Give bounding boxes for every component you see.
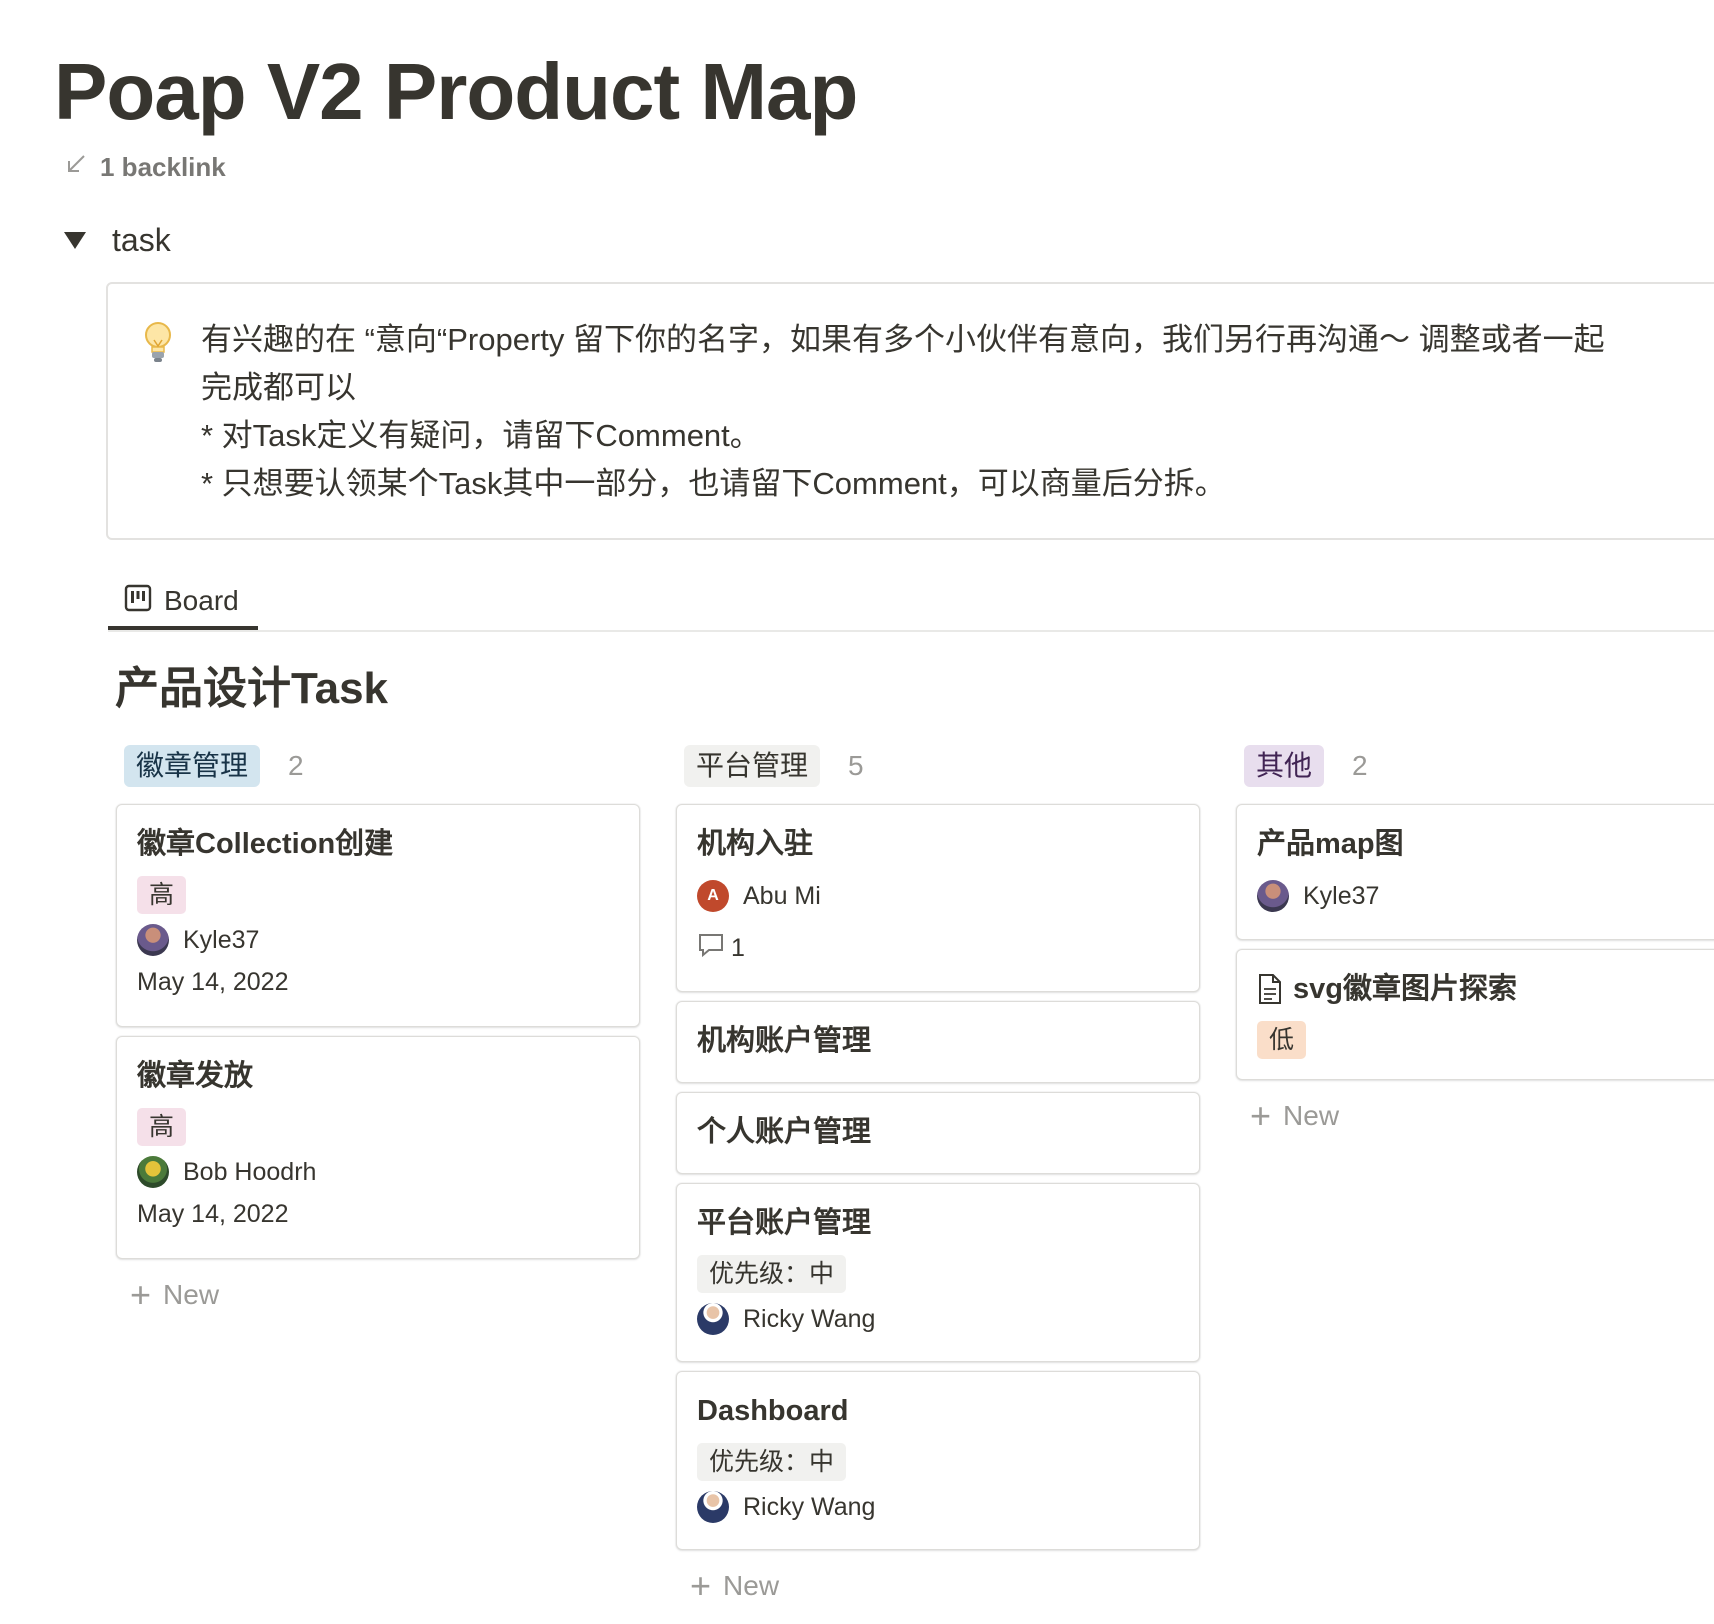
callout-text[interactable]: 有兴趣的在 “意向“Property 留下你的名字，如果有多个小伙伴有意向，我们… bbox=[201, 316, 1701, 508]
toggle-triangle-icon[interactable] bbox=[64, 232, 86, 249]
callout-line: * 只想要认领某个Task其中一部分，也请留下Comment，可以商量后分拆。 bbox=[201, 466, 1226, 501]
column-count: 2 bbox=[288, 750, 304, 781]
card-title-text: 机构入驻 bbox=[697, 828, 814, 860]
assignee-name: Bob Hoodrh bbox=[183, 1158, 317, 1186]
board-title[interactable]: 产品设计Task bbox=[115, 652, 388, 716]
priority-tag: 高 bbox=[137, 876, 187, 914]
column-header[interactable]: 徽章管理 2 bbox=[116, 742, 640, 790]
assignee-name: Ricky Wang bbox=[743, 1305, 876, 1333]
task-card[interactable]: 产品map图 Kyle37 bbox=[1236, 804, 1714, 940]
assignee: Bob Hoodrh bbox=[137, 1156, 619, 1188]
card-title: svg徽章图片探索 bbox=[1257, 969, 1714, 1009]
due-date: May 14, 2022 bbox=[137, 968, 289, 996]
column-header[interactable]: 平台管理 5 bbox=[676, 742, 1200, 790]
plus-icon: + bbox=[130, 1274, 152, 1315]
task-card[interactable]: Dashboard 优先级：中 Ricky Wang bbox=[676, 1371, 1200, 1550]
task-card[interactable]: 个人账户管理 bbox=[676, 1092, 1200, 1174]
avatar-abu-mi: A bbox=[697, 880, 729, 912]
assignee-name: Ricky Wang bbox=[743, 1493, 876, 1521]
avatar-ricky-wang bbox=[697, 1491, 729, 1523]
avatar-bob-hoodrh bbox=[137, 1156, 169, 1188]
board-column: 徽章管理 2 徽章Collection创建 高 Kyle37 May 14, 2… bbox=[116, 742, 640, 1313]
assignee: Kyle37 bbox=[137, 924, 619, 956]
backlink-label: 1 backlink bbox=[100, 152, 226, 182]
card-title-text: 机构账户管理 bbox=[697, 1025, 872, 1057]
card-title-text: Dashboard bbox=[697, 1395, 849, 1427]
task-toggle[interactable]: task bbox=[64, 222, 171, 259]
new-card-button[interactable]: + New bbox=[116, 1277, 640, 1313]
card-title-text: 平台账户管理 bbox=[697, 1207, 872, 1239]
avatar-kyle37 bbox=[1257, 880, 1289, 912]
assignee-name: Kyle37 bbox=[1303, 882, 1380, 910]
view-tabs-divider bbox=[108, 630, 1714, 632]
avatar-ricky-wang bbox=[697, 1303, 729, 1335]
card-title: 机构入驻 bbox=[697, 824, 1179, 864]
plus-icon: + bbox=[690, 1565, 712, 1606]
callout-line: * 对Task定义有疑问，请留下Comment。 bbox=[201, 418, 761, 453]
card-title: 产品map图 bbox=[1257, 824, 1714, 864]
card-title: 徽章Collection创建 bbox=[137, 824, 619, 864]
task-card[interactable]: 机构入驻 A Abu Mi 1 bbox=[676, 804, 1200, 992]
assignee-name: Abu Mi bbox=[743, 882, 821, 910]
column-group-tag: 其他 bbox=[1244, 745, 1325, 787]
column-count: 5 bbox=[848, 750, 864, 781]
comment-count[interactable]: 1 bbox=[697, 932, 1179, 965]
tab-board-label: Board bbox=[164, 585, 239, 616]
new-card-label: New bbox=[723, 1570, 780, 1601]
assignee-name: Kyle37 bbox=[183, 926, 260, 954]
priority-tag: 高 bbox=[137, 1108, 187, 1146]
new-card-label: New bbox=[1283, 1100, 1340, 1131]
column-header[interactable]: 其他 2 bbox=[1236, 742, 1714, 790]
column-count: 2 bbox=[1352, 750, 1368, 781]
card-title: 平台账户管理 bbox=[697, 1203, 1179, 1243]
board-column: 其他 2 产品map图 Kyle37 svg徽章图片探索 低 + New bbox=[1236, 742, 1714, 1134]
page-title: Poap V2 Product Map bbox=[54, 47, 858, 136]
comment-count-value: 1 bbox=[731, 934, 745, 962]
board-view-icon bbox=[124, 584, 152, 619]
plus-icon: + bbox=[1250, 1095, 1272, 1136]
toggle-label: task bbox=[112, 222, 171, 258]
priority-tag: 优先级：中 bbox=[697, 1255, 847, 1293]
board-column: 平台管理 5 机构入驻 A Abu Mi 1 机构账户管理 个人账户管理 平台账… bbox=[676, 742, 1200, 1604]
priority-tag: 优先级：中 bbox=[697, 1443, 847, 1481]
due-date: May 14, 2022 bbox=[137, 1200, 289, 1228]
card-title-text: svg徽章图片探索 bbox=[1293, 973, 1517, 1005]
assignee: Ricky Wang bbox=[697, 1303, 1179, 1335]
comment-icon bbox=[697, 932, 725, 965]
card-title-text: 徽章发放 bbox=[137, 1060, 254, 1092]
card-title-text: 徽章Collection创建 bbox=[137, 828, 394, 860]
task-card[interactable]: 徽章发放 高 Bob Hoodrh May 14, 2022 bbox=[116, 1036, 640, 1259]
card-title-text: 产品map图 bbox=[1257, 828, 1404, 860]
document-icon bbox=[1257, 973, 1283, 1005]
callout-line: 有兴趣的在 “意向“Property 留下你的名字，如果有多个小伙伴有意向，我们… bbox=[201, 322, 1605, 357]
card-title: 机构账户管理 bbox=[697, 1021, 1179, 1061]
card-title-text: 个人账户管理 bbox=[697, 1116, 872, 1148]
callout-block: 有兴趣的在 “意向“Property 留下你的名字，如果有多个小伙伴有意向，我们… bbox=[106, 282, 1714, 540]
backlink-arrow-icon bbox=[64, 152, 88, 183]
task-card[interactable]: 平台账户管理 优先级：中 Ricky Wang bbox=[676, 1183, 1200, 1362]
callout-line: 完成都可以 bbox=[201, 370, 356, 405]
assignee: A Abu Mi bbox=[697, 880, 1179, 912]
card-title: 徽章发放 bbox=[137, 1056, 619, 1096]
backlink-link[interactable]: 1 backlink bbox=[64, 152, 226, 183]
column-group-tag: 徽章管理 bbox=[124, 745, 261, 787]
card-title: 个人账户管理 bbox=[697, 1112, 1179, 1152]
avatar-kyle37 bbox=[137, 924, 169, 956]
task-card[interactable]: 机构账户管理 bbox=[676, 1001, 1200, 1083]
task-card[interactable]: 徽章Collection创建 高 Kyle37 May 14, 2022 bbox=[116, 804, 640, 1027]
assignee: Ricky Wang bbox=[697, 1491, 1179, 1523]
task-card[interactable]: svg徽章图片探索 低 bbox=[1236, 949, 1714, 1080]
new-card-label: New bbox=[163, 1279, 220, 1310]
new-card-button[interactable]: + New bbox=[1236, 1098, 1714, 1134]
tab-board[interactable]: Board bbox=[108, 576, 258, 630]
column-group-tag: 平台管理 bbox=[684, 745, 821, 787]
assignee: Kyle37 bbox=[1257, 880, 1714, 912]
card-title: Dashboard bbox=[697, 1391, 1179, 1431]
new-card-button[interactable]: + New bbox=[676, 1568, 1200, 1604]
lightbulb-icon bbox=[142, 320, 174, 369]
priority-tag: 低 bbox=[1257, 1021, 1307, 1059]
